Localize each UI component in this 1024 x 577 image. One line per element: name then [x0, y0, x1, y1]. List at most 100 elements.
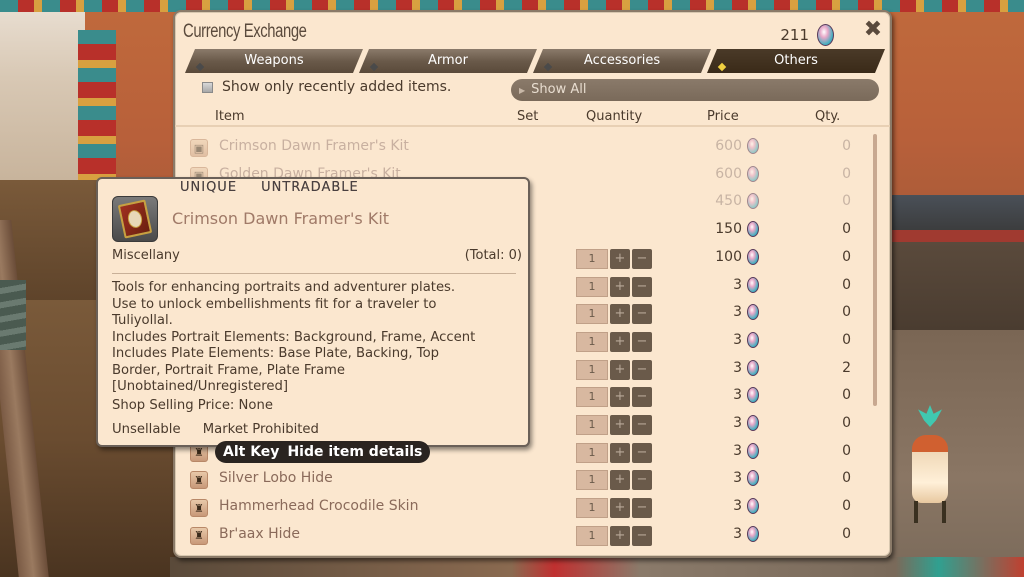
quantity-input[interactable]: 1 — [576, 415, 608, 435]
lamp-plume — [918, 405, 942, 427]
recent-items-label[interactable]: Show only recently added items. — [222, 79, 451, 95]
quantity-input[interactable]: 1 — [576, 331, 608, 352]
column-headers: Item Set Quantity Price Qty. — [175, 107, 890, 127]
category-tabs: Weapons Armor Accessories Others — [185, 49, 881, 73]
increase-button[interactable]: + — [610, 331, 630, 352]
quantity-stepper: 1 + − — [576, 387, 652, 408]
quantity-stepper: 1 + − — [576, 304, 652, 325]
decrease-button[interactable]: − — [632, 470, 652, 491]
header-quantity: Quantity — [586, 109, 643, 124]
description-line: Tools for enhancing portraits and advent… — [112, 280, 456, 295]
tooltip-shop-price: Shop Selling Price: None — [112, 398, 273, 413]
header-item: Item — [215, 109, 245, 124]
decrease-button[interactable]: − — [632, 276, 652, 297]
quantity-stepper: 1 + − — [576, 525, 652, 546]
item-price: 3 — [733, 387, 759, 404]
owned-quantity: 2 — [842, 359, 851, 376]
hint-action: Hide item details — [287, 444, 423, 460]
owned-quantity: 0 — [842, 387, 851, 404]
increase-button[interactable]: + — [610, 498, 630, 519]
quantity-input[interactable]: 1 — [576, 387, 608, 408]
gem-icon — [747, 498, 759, 515]
price-value: 3 — [733, 387, 742, 404]
list-scrollbar[interactable] — [873, 134, 877, 406]
item-row[interactable]: ♜ Silver Lobo Hide 1 + − 3 0 — [175, 466, 875, 494]
decrease-button[interactable]: − — [632, 387, 652, 408]
decrease-button[interactable]: − — [632, 359, 652, 380]
hint-key: Alt Key — [223, 444, 280, 460]
item-price: 450 — [715, 193, 759, 210]
increase-button[interactable]: + — [610, 276, 630, 297]
item-price: 3 — [733, 415, 759, 431]
tab-accessories[interactable]: Accessories — [533, 49, 711, 73]
tab-label: Armor — [428, 53, 468, 68]
tab-weapons[interactable]: Weapons — [185, 49, 363, 73]
recent-items-checkbox[interactable] — [202, 81, 213, 93]
item-row[interactable]: ♜ Br'aax Hide 1 + − 3 0 — [175, 522, 875, 550]
lamp-body — [912, 435, 948, 503]
decrease-button[interactable]: − — [632, 415, 652, 435]
tab-armor[interactable]: Armor — [359, 49, 537, 73]
quantity-input[interactable]: 1 — [576, 276, 608, 297]
description-line: Includes Portrait Elements: Background, … — [112, 329, 476, 345]
price-value: 100 — [715, 248, 742, 265]
increase-button[interactable]: + — [610, 525, 630, 546]
increase-button[interactable]: + — [610, 415, 630, 435]
increase-button[interactable]: + — [610, 470, 630, 491]
owned-quantity: 0 — [842, 221, 851, 238]
tab-marker-icon — [196, 63, 204, 71]
decrease-button[interactable]: − — [632, 248, 652, 269]
owned-quantity: 0 — [842, 248, 851, 265]
tag-unique: UNIQUE — [180, 180, 238, 195]
filter-dropdown[interactable]: ▶ Show All — [511, 79, 879, 101]
quantity-stepper: 1 + − — [576, 359, 652, 380]
tab-label: Weapons — [244, 53, 304, 68]
item-price: 3 — [733, 276, 759, 293]
item-name: Silver Lobo Hide — [219, 470, 333, 487]
quantity-input[interactable]: 1 — [576, 248, 608, 269]
quantity-input[interactable]: 1 — [576, 304, 608, 325]
tooltip-item-name: Crimson Dawn Framer's Kit — [172, 209, 390, 228]
price-value: 3 — [733, 331, 742, 348]
lamp — [910, 405, 950, 525]
framer-kit-icon — [112, 196, 158, 242]
price-value: 450 — [715, 193, 742, 210]
item-row[interactable]: ♜ Hammerhead Crocodile Skin 1 + − 3 0 — [175, 494, 875, 522]
increase-button[interactable]: + — [610, 248, 630, 269]
hide-icon: ♜ — [190, 499, 208, 518]
decrease-button[interactable]: − — [632, 442, 652, 463]
increase-button[interactable]: + — [610, 387, 630, 408]
increase-button[interactable]: + — [610, 304, 630, 325]
flag-market-prohibited: Market Prohibited — [202, 422, 319, 437]
price-value: 600 — [715, 138, 742, 154]
quantity-input[interactable]: 1 — [576, 442, 608, 463]
tab-others[interactable]: Others — [707, 49, 885, 73]
quantity-input[interactable]: 1 — [576, 359, 608, 380]
description-line: Border, Portrait Frame, Plate Frame — [112, 362, 346, 378]
description-line: Use to unlock embellishments fit for a t… — [112, 296, 437, 312]
increase-button[interactable]: + — [610, 359, 630, 380]
decrease-button[interactable]: − — [632, 304, 652, 325]
decrease-button[interactable]: − — [632, 525, 652, 546]
quantity-input[interactable]: 1 — [576, 525, 608, 546]
price-value: 3 — [733, 498, 742, 515]
decrease-button[interactable]: − — [632, 331, 652, 352]
quantity-input[interactable]: 1 — [576, 470, 608, 491]
close-button[interactable]: ✖ — [862, 17, 884, 42]
decrease-button[interactable]: − — [632, 498, 652, 519]
item-row[interactable]: ▣ Crimson Dawn Framer's Kit 600 0 — [175, 134, 875, 162]
owned-quantity: 0 — [842, 276, 851, 293]
tab-marker-icon — [544, 63, 552, 71]
tag-untradable: UNTRADABLE — [261, 180, 359, 195]
header-price: Price — [707, 109, 739, 124]
increase-button[interactable]: + — [610, 442, 630, 463]
tab-marker-icon — [718, 63, 726, 71]
item-price: 3 — [733, 498, 759, 515]
header-owned: Qty. — [815, 109, 841, 124]
quantity-stepper: 1 + − — [576, 470, 652, 491]
header-set: Set — [517, 109, 539, 124]
owned-quantity: 0 — [842, 415, 851, 431]
tooltip-category: Miscellany — [112, 248, 180, 263]
quantity-input[interactable]: 1 — [576, 498, 608, 519]
owned-quantity: 0 — [842, 165, 851, 182]
